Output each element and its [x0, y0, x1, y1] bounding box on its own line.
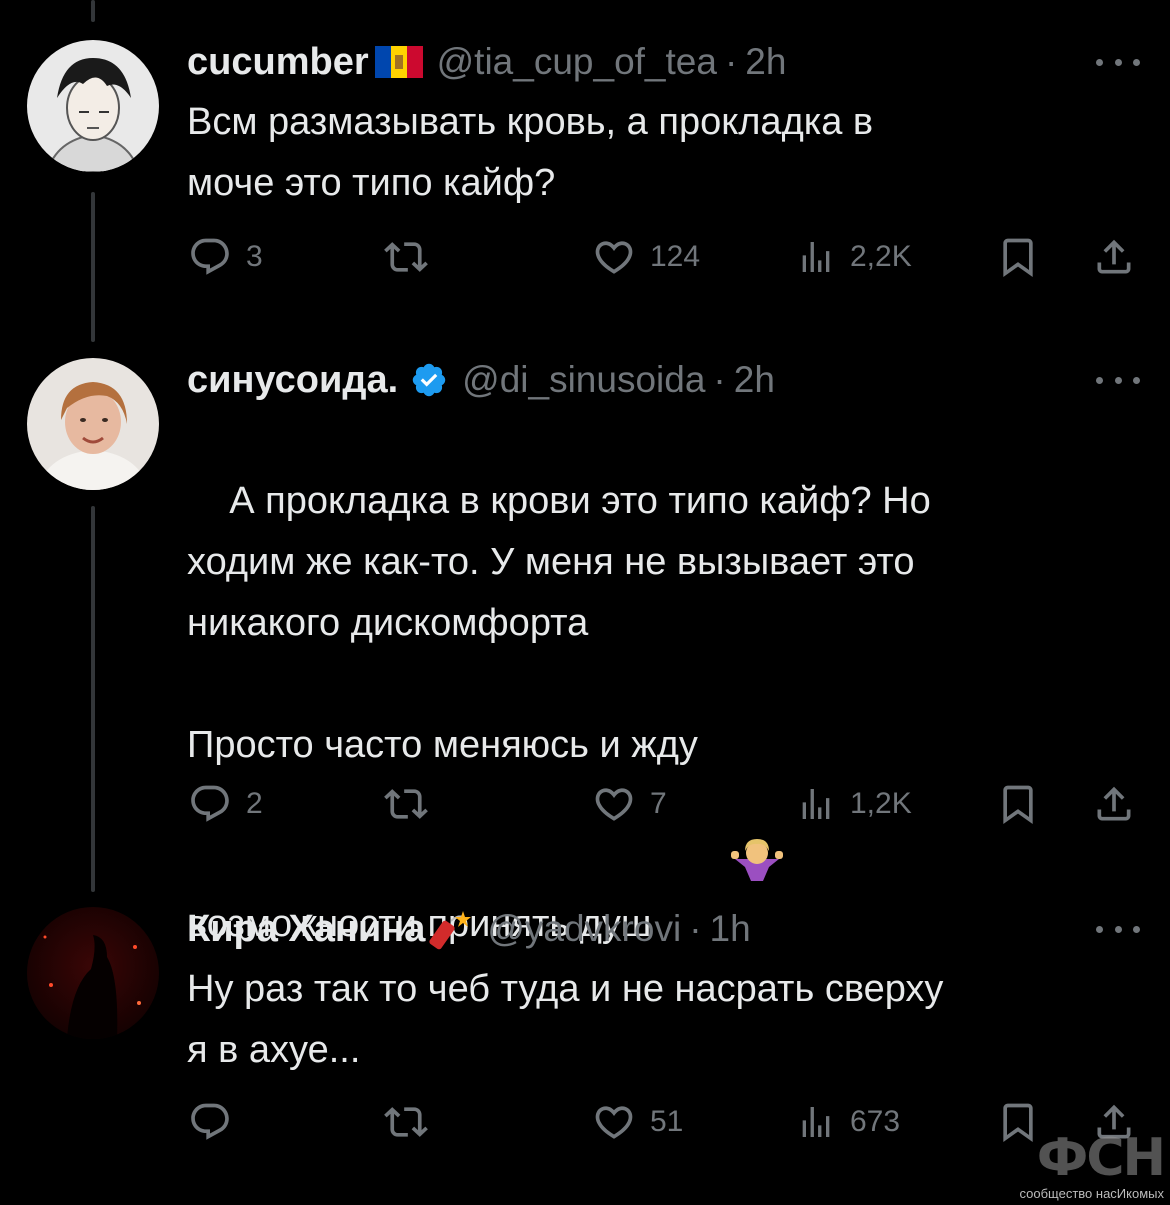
views-chart-icon [796, 1102, 836, 1142]
reply-button[interactable]: 3 [188, 232, 263, 282]
separator-dot: · [689, 908, 702, 949]
likes-count: 51 [650, 1105, 684, 1138]
watermark-caption: сообщество насИкомых [1019, 1186, 1165, 1201]
display-name[interactable]: Кира Ханина [187, 908, 425, 951]
handle[interactable]: @yadvkrovi [487, 908, 681, 950]
heart-icon [592, 1100, 636, 1144]
avatar[interactable] [27, 907, 159, 1039]
dark-red-photo-avatar-icon [27, 907, 159, 1039]
bookmark-button[interactable] [996, 232, 1040, 282]
firecracker-emoji [429, 907, 473, 951]
reply-icon [188, 1100, 232, 1144]
retweet-icon [384, 235, 428, 279]
likes-count: 7 [650, 787, 667, 820]
action-bar: 51 673 [0, 1097, 1170, 1147]
tweet-header: Кира Ханина @yadvkrovi · 1h [187, 905, 751, 953]
bookmark-icon [996, 235, 1040, 279]
heart-icon [592, 235, 636, 279]
retweet-button[interactable] [384, 779, 442, 829]
views-button[interactable]: 1,2K [796, 779, 912, 829]
retweet-button[interactable] [384, 1097, 442, 1147]
timestamp[interactable]: 1h [710, 908, 751, 950]
views-chart-icon [796, 237, 836, 277]
reply-icon [188, 782, 232, 826]
replies-count: 3 [246, 240, 263, 273]
heart-icon [592, 782, 636, 826]
watermark: ФСН сообщество насИкомых [1008, 1130, 1170, 1205]
reply-button[interactable]: 2 [188, 779, 263, 829]
share-icon [1092, 235, 1136, 279]
tweet[interactable]: Кира Ханина @yadvkrovi · 1h Ну раз так т… [0, 0, 1170, 1180]
views-button[interactable]: 2,2K [796, 232, 912, 282]
share-button[interactable] [1092, 779, 1136, 829]
views-count: 1,2K [850, 787, 912, 820]
more-options-icon[interactable] [1096, 905, 1140, 953]
views-chart-icon [796, 784, 836, 824]
reply-button[interactable] [188, 1097, 246, 1147]
retweet-icon [384, 1100, 428, 1144]
retweet-button[interactable] [384, 232, 442, 282]
action-bar: 2 7 1,2K [0, 779, 1170, 829]
views-count: 2,2K [850, 240, 912, 273]
tweet-text: Ну раз так то чеб туда и не насрать свер… [187, 968, 944, 1071]
reply-icon [188, 235, 232, 279]
share-button[interactable] [1092, 232, 1136, 282]
views-count: 673 [850, 1105, 901, 1138]
like-button[interactable]: 124 [592, 232, 700, 282]
bookmark-button[interactable] [996, 779, 1040, 829]
views-button[interactable]: 673 [796, 1097, 900, 1147]
like-button[interactable]: 7 [592, 779, 667, 829]
like-button[interactable]: 51 [592, 1097, 683, 1147]
likes-count: 124 [650, 240, 701, 273]
watermark-logo: ФСН [1036, 1128, 1166, 1188]
share-icon [1092, 782, 1136, 826]
retweet-icon [384, 782, 428, 826]
replies-count: 2 [246, 787, 263, 820]
action-bar: 3 124 2,2K [0, 232, 1170, 282]
bookmark-icon [996, 782, 1040, 826]
